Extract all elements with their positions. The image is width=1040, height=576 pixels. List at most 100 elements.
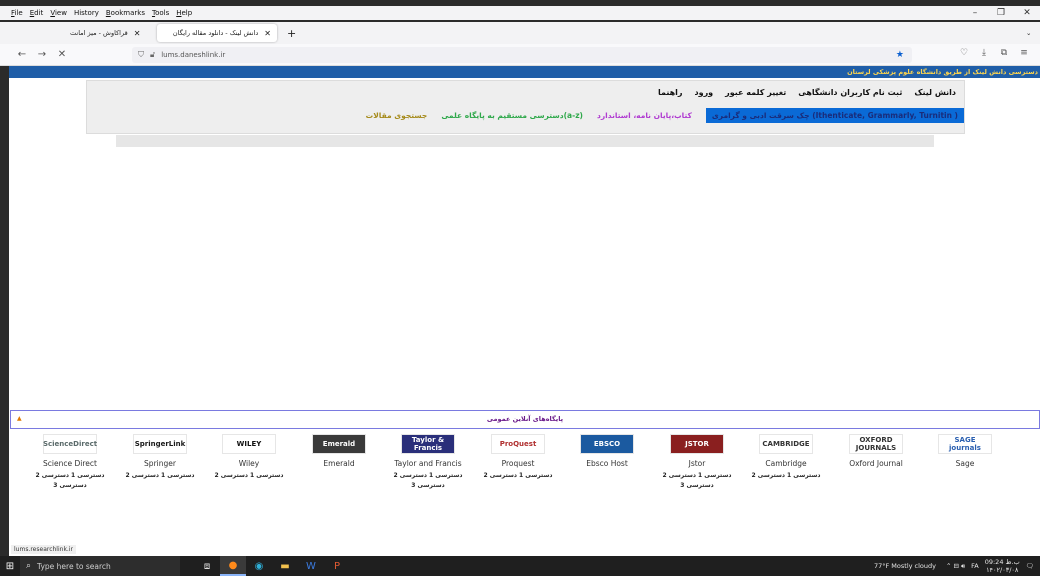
- menu-label: ookmarks: [110, 9, 145, 17]
- database-logo[interactable]: Emerald: [312, 434, 366, 454]
- database-name[interactable]: Wiley: [204, 459, 294, 468]
- database-logo[interactable]: ProQuest: [491, 434, 545, 454]
- panel-title: پایگاه‌های آنلاین عمومی: [486, 415, 564, 423]
- database-name[interactable]: Ebsco Host: [562, 459, 652, 468]
- database-tile[interactable]: Taylor & Francis Taylor and Francis دسترسی…: [383, 434, 473, 491]
- restore-icon[interactable]: ❐: [988, 6, 1014, 20]
- database-tile[interactable]: Emerald Emerald: [294, 434, 384, 468]
- access-links[interactable]: دسترسی 1 دسترسی 2 دسترسی 3: [25, 471, 115, 491]
- menu-history[interactable]: History: [74, 9, 99, 17]
- service-menu: چک سرقت ادبی و گرامری (Ithenticate, Gram…: [366, 108, 964, 123]
- database-logo[interactable]: SAGE journals: [938, 434, 992, 454]
- nav-link-3[interactable]: ورود: [695, 88, 714, 97]
- nav-link-1[interactable]: ثبت نام کاربران دانشگاهی: [798, 88, 902, 97]
- database-tile[interactable]: ScienceDirect Science Direct دسترسی 1 دستر…: [25, 434, 115, 491]
- database-logo[interactable]: EBSCO: [580, 434, 634, 454]
- plagiarism-check-link[interactable]: چک سرقت ادبی و گرامری (Ithenticate, Gram…: [705, 108, 964, 123]
- menu-help[interactable]: Help: [176, 9, 192, 17]
- chevron-down-icon: ⌄: [1026, 29, 1032, 37]
- web-page: دسترسی دانش لینک از طریق دانشگاه علوم پز…: [9, 66, 1040, 556]
- database-tile[interactable]: EBSCO Ebsco Host: [562, 434, 652, 468]
- nav-link-0[interactable]: دانش لینک: [914, 88, 956, 97]
- hamburger-menu-icon[interactable]: ≡: [1014, 48, 1034, 58]
- database-logo[interactable]: OXFORD JOURNALS: [849, 434, 903, 454]
- database-tile[interactable]: CAMBRIDGE Cambridge دسترسی 1 دسترسی 2: [741, 434, 831, 481]
- service-link-0[interactable]: کتاب،پایان نامه، استاندارد: [597, 111, 692, 120]
- database-name[interactable]: Springer: [115, 459, 205, 468]
- menu-label: elp: [181, 9, 193, 17]
- windows-start-icon[interactable]: ⊞: [0, 556, 20, 576]
- menu-bookmarks[interactable]: Bookmarks: [106, 9, 145, 17]
- database-tile[interactable]: JSTOR Jstor دسترسی 1 دسترسی 2 دسترسی 3: [652, 434, 742, 491]
- database-name[interactable]: Emerald: [294, 459, 384, 468]
- menu-tools[interactable]: Tools: [152, 9, 169, 17]
- list-tabs-button[interactable]: ⌄: [1020, 24, 1037, 42]
- back-icon[interactable]: ←: [12, 49, 32, 60]
- public-databases-panel[interactable]: ▲ پایگاه‌های آنلاین عمومی: [10, 410, 1040, 429]
- word-icon[interactable]: W: [298, 556, 324, 576]
- new-tab-button[interactable]: +: [281, 24, 302, 42]
- database-tile[interactable]: WILEY Wiley دسترسی 1 دسترسی 2: [204, 434, 294, 481]
- minimize-icon[interactable]: –: [962, 6, 988, 20]
- edge-icon[interactable]: ◉: [246, 556, 272, 576]
- forward-icon[interactable]: →: [32, 49, 52, 60]
- close-window-icon[interactable]: ✕: [1014, 6, 1040, 20]
- nav-link-4[interactable]: راهنما: [658, 88, 683, 97]
- date-text: ۱۴۰۲/۰۳/۰۸: [986, 566, 1019, 574]
- task-view-icon[interactable]: ⧈: [194, 556, 220, 576]
- access-links[interactable]: دسترسی 1 دسترسی 2: [204, 471, 294, 481]
- tab-bar: قراکاوش - میز امانت ✕ دانش لینک - دانلود…: [0, 22, 1040, 59]
- database-tile[interactable]: SAGE journals Sage: [920, 434, 1010, 468]
- taskbar-search[interactable]: ⌕ Type here to search: [20, 556, 180, 576]
- database-tile[interactable]: ProQuest Proquest دسترسی 1 دسترسی 2: [473, 434, 563, 481]
- menu-edit[interactable]: Edit: [30, 9, 44, 17]
- extensions-icon[interactable]: ⧉: [994, 48, 1014, 58]
- database-logo[interactable]: ScienceDirect: [43, 434, 97, 454]
- database-logo[interactable]: WILEY: [222, 434, 276, 454]
- database-name[interactable]: Sage: [920, 459, 1010, 468]
- tray-icons[interactable]: ⌃ ⊟ 🔊︎: [946, 562, 965, 571]
- pocket-icon[interactable]: ♡: [954, 48, 974, 58]
- access-links[interactable]: دسترسی 1 دسترسی 2 دسترسی 3: [652, 471, 742, 491]
- database-name[interactable]: Science Direct: [25, 459, 115, 468]
- download-icon[interactable]: ⤓: [974, 48, 994, 58]
- nav-link-2[interactable]: تغییر کلمه عبور: [725, 88, 786, 97]
- file-explorer-icon[interactable]: ▬: [272, 556, 298, 576]
- menu-file[interactable]: File: [11, 9, 23, 17]
- close-tab-icon[interactable]: ✕: [134, 29, 141, 38]
- clock[interactable]: 09:24 ب.ظ ۱۴۰۲/۰۳/۰۸: [985, 558, 1020, 574]
- database-logo[interactable]: CAMBRIDGE: [759, 434, 813, 454]
- status-link: lums.researchlink.ir: [11, 545, 76, 554]
- bookmark-star-icon[interactable]: ★: [896, 50, 904, 60]
- url-bar[interactable]: ⛉ 🔓︎ lums.daneshlink.ir ★: [132, 47, 912, 63]
- access-links[interactable]: دسترسی 1 دسترسی 2: [115, 471, 205, 481]
- weather-widget[interactable]: 77°F Mostly cloudy: [874, 562, 936, 570]
- database-name[interactable]: Cambridge: [741, 459, 831, 468]
- database-logo[interactable]: JSTOR: [670, 434, 724, 454]
- tab-1[interactable]: قراکاوش - میز امانت ✕: [64, 24, 156, 42]
- tab-2[interactable]: دانش لینک - دانلود مقاله رایگان ✕: [157, 24, 277, 42]
- firefox-icon[interactable]: ●: [220, 556, 246, 576]
- notification-icon[interactable]: 🗨︎: [1026, 562, 1034, 570]
- access-links[interactable]: دسترسی 1 دسترسی 2: [741, 471, 831, 481]
- menu-view[interactable]: View: [50, 9, 67, 17]
- database-tile[interactable]: OXFORD JOURNALS Oxford Journal: [831, 434, 921, 468]
- access-links[interactable]: دسترسی 1 دسترسی 2: [473, 471, 563, 481]
- database-logo[interactable]: SpringerLink: [133, 434, 187, 454]
- database-logo[interactable]: Taylor & Francis: [401, 434, 455, 454]
- powerpoint-icon[interactable]: P: [324, 556, 350, 576]
- service-link-1[interactable]: دسترسی مستقیم به پایگاه علمی(a-z): [441, 111, 583, 120]
- database-tile[interactable]: SpringerLink Springer دسترسی 1 دسترسی 2: [115, 434, 205, 481]
- language-indicator[interactable]: FA: [971, 562, 979, 570]
- database-name[interactable]: Oxford Journal: [831, 459, 921, 468]
- access-links[interactable]: دسترسی 1 دسترسی 2 دسترسی 3: [383, 471, 473, 491]
- shield-icon[interactable]: ⛉: [138, 50, 144, 60]
- system-tray: 77°F Mostly cloudy ⌃ ⊟ 🔊︎ FA 09:24 ب.ظ ۱…: [874, 556, 1040, 576]
- database-name[interactable]: Taylor and Francis: [383, 459, 473, 468]
- close-tab-icon[interactable]: ✕: [264, 29, 271, 38]
- database-name[interactable]: Jstor: [652, 459, 742, 468]
- service-link-2[interactable]: جستجوی مقالات: [366, 111, 428, 120]
- stop-icon[interactable]: ✕: [52, 49, 72, 60]
- database-name[interactable]: Proquest: [473, 459, 563, 468]
- lock-icon[interactable]: 🔓︎: [150, 50, 155, 60]
